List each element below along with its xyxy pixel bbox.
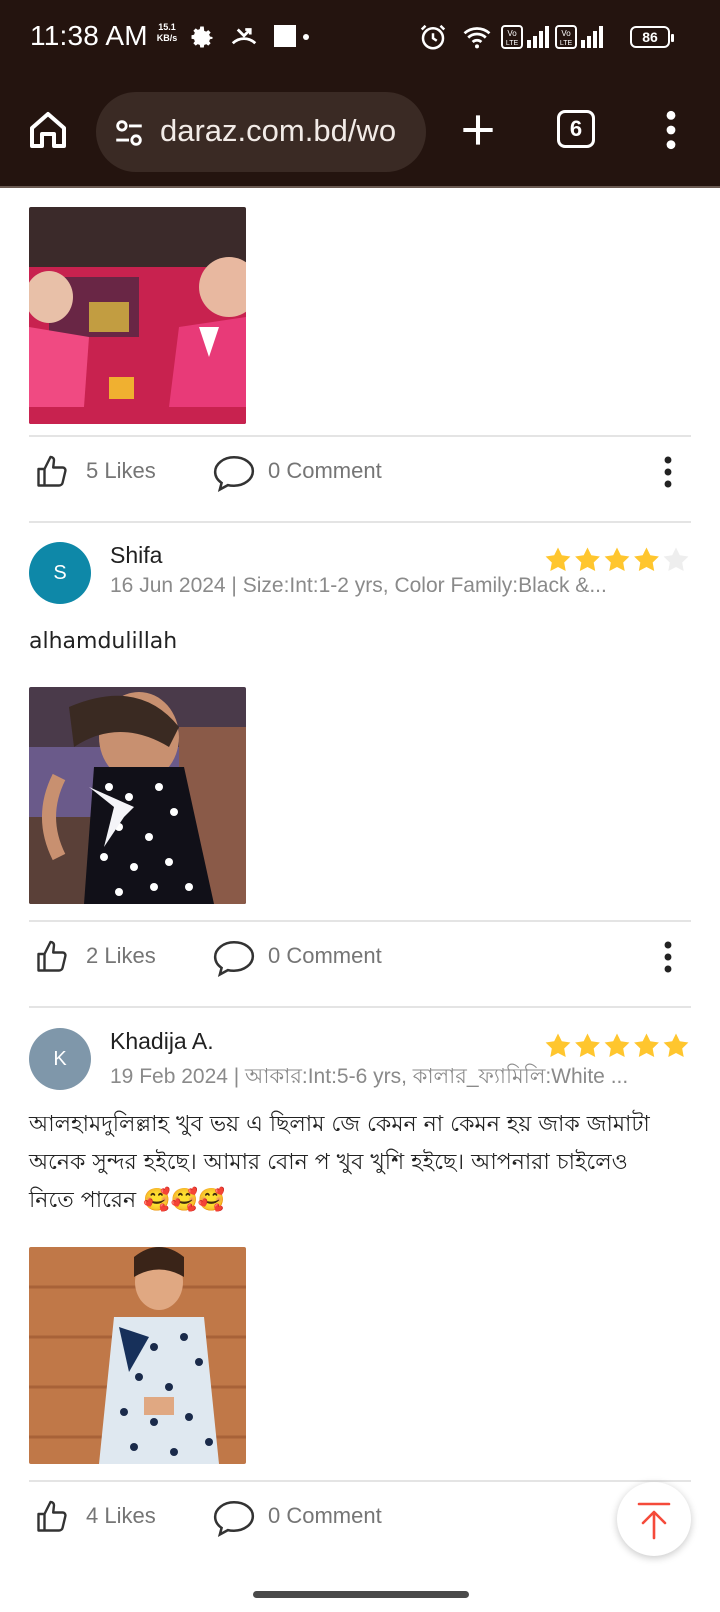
review-actions: 4 Likes 0 Comment bbox=[0, 1487, 720, 1547]
review-photo[interactable] bbox=[29, 687, 246, 904]
url-text[interactable]: daraz.com.bd/wo bbox=[160, 113, 396, 149]
comment-icon[interactable] bbox=[212, 939, 256, 977]
reviews-list: 5 Likes 0 Comment S Shifa 16 Jun 2024 | … bbox=[0, 190, 720, 1612]
rating-stars bbox=[545, 1033, 689, 1057]
gesture-home-indicator[interactable] bbox=[253, 1591, 469, 1598]
overflow-menu-icon[interactable] bbox=[656, 108, 686, 152]
review-photo-image bbox=[29, 687, 246, 904]
star-icon bbox=[634, 1033, 659, 1057]
star-icon bbox=[575, 547, 600, 571]
settings-icon bbox=[191, 26, 213, 48]
volte-signal-icon-2: Vo LTE bbox=[555, 25, 603, 49]
scroll-to-top-button[interactable] bbox=[617, 1482, 691, 1556]
like-icon[interactable] bbox=[34, 454, 70, 490]
review-photo-image bbox=[29, 207, 246, 424]
avatar: S bbox=[29, 542, 91, 604]
divider bbox=[29, 521, 691, 523]
comment-icon[interactable] bbox=[212, 1499, 256, 1537]
star-icon bbox=[545, 1033, 571, 1057]
like-count[interactable]: 2 Likes bbox=[86, 943, 156, 969]
home-icon[interactable] bbox=[24, 106, 72, 154]
divider bbox=[29, 1480, 691, 1482]
tab-switcher-button[interactable]: 6 bbox=[557, 110, 595, 148]
volte-signal-icon: Vo LTE bbox=[501, 25, 549, 49]
arrow-up-icon bbox=[637, 1502, 671, 1540]
svg-text:LTE: LTE bbox=[560, 40, 573, 47]
comment-count[interactable]: 0 Comment bbox=[268, 943, 382, 969]
battery-indicator: 86 bbox=[630, 26, 674, 48]
star-empty-icon bbox=[663, 547, 689, 571]
review-meta: 19 Feb 2024 | আকার:Int:5-6 yrs, কালার_ফ্… bbox=[110, 1065, 629, 1088]
review-photo[interactable] bbox=[29, 1247, 246, 1464]
star-icon bbox=[663, 1033, 689, 1057]
divider bbox=[29, 1006, 691, 1008]
browser-toolbar: daraz.com.bd/wo 6 bbox=[0, 78, 720, 188]
review-text: আলহামদুলিল্লাহ খুব ভয় এ ছিলাম জে কেমন ন… bbox=[29, 1112, 650, 1213]
site-settings-icon[interactable] bbox=[112, 116, 146, 150]
review-photo[interactable] bbox=[29, 207, 246, 424]
review-meta: 16 Jun 2024 | Size:Int:1-2 yrs, Color Fa… bbox=[110, 574, 607, 597]
like-icon[interactable] bbox=[34, 1499, 70, 1535]
divider bbox=[29, 920, 691, 922]
review-photo-image bbox=[29, 1247, 246, 1464]
notification-square-icon bbox=[274, 25, 309, 47]
comment-icon[interactable] bbox=[212, 454, 256, 492]
more-options-icon[interactable] bbox=[658, 454, 678, 490]
alarm-icon bbox=[420, 24, 446, 50]
star-icon bbox=[604, 1033, 630, 1057]
review-header: S Shifa 16 Jun 2024 | Size:Int:1-2 yrs, … bbox=[0, 542, 720, 612]
svg-text:Vo: Vo bbox=[561, 29, 571, 38]
svg-text:LTE: LTE bbox=[506, 40, 519, 47]
more-options-icon[interactable] bbox=[658, 939, 678, 975]
like-count[interactable]: 4 Likes bbox=[86, 1503, 156, 1529]
missed-call-icon bbox=[231, 28, 257, 45]
like-icon[interactable] bbox=[34, 939, 70, 975]
avatar: K bbox=[29, 1028, 91, 1090]
star-icon bbox=[545, 547, 571, 571]
address-bar[interactable]: daraz.com.bd/wo bbox=[96, 92, 426, 172]
review-header: K Khadija A. 19 Feb 2024 | আকার:Int:5-6 … bbox=[0, 1028, 720, 1098]
review-text: alhamdulillah bbox=[29, 629, 178, 654]
reviewer-name: Khadija A. bbox=[110, 1028, 214, 1054]
rating-stars bbox=[545, 547, 689, 571]
star-icon bbox=[634, 547, 659, 571]
comment-count[interactable]: 0 Comment bbox=[268, 1503, 382, 1529]
reviewer-name: Shifa bbox=[110, 542, 163, 568]
star-icon bbox=[575, 1033, 600, 1057]
status-time: 11:38 AM bbox=[30, 20, 148, 51]
like-count[interactable]: 5 Likes bbox=[86, 458, 156, 484]
star-icon bbox=[604, 547, 630, 571]
comment-count[interactable]: 0 Comment bbox=[268, 458, 382, 484]
wifi-icon bbox=[463, 27, 491, 49]
new-tab-icon[interactable] bbox=[456, 108, 500, 152]
status-bar: 11:38 AM 15.1 KB/s Vo LTE Vo LTE 86 bbox=[0, 0, 720, 78]
network-speed: 15.1 KB/s bbox=[156, 22, 178, 43]
svg-text:Vo: Vo bbox=[507, 29, 517, 38]
divider bbox=[29, 435, 691, 437]
review-actions: 2 Likes 0 Comment bbox=[0, 927, 720, 987]
review-actions: 5 Likes 0 Comment bbox=[0, 442, 720, 502]
